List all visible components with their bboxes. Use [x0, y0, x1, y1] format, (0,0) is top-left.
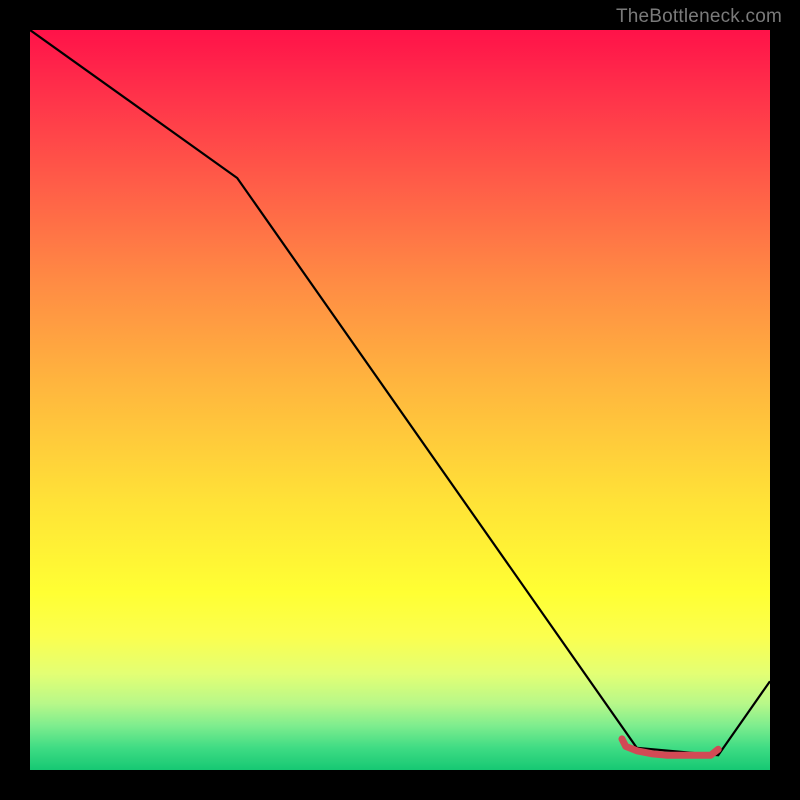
- chart-lines: [30, 30, 770, 770]
- chart-frame: TheBottleneck.com: [0, 0, 800, 800]
- red-flat-segment: [622, 739, 718, 755]
- plot-area: [30, 30, 770, 770]
- black-curve: [30, 30, 770, 755]
- attribution-label: TheBottleneck.com: [616, 6, 782, 28]
